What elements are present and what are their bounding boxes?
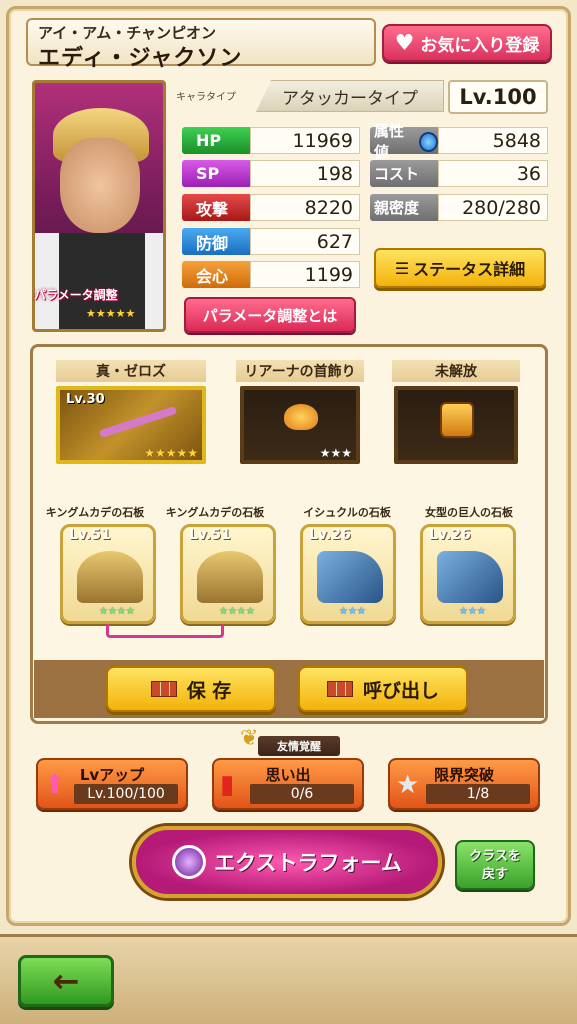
- stat-def: 防御 627: [182, 228, 360, 255]
- save-label: 保 存: [186, 679, 232, 702]
- tablet-4-level: Lv.26: [429, 527, 471, 543]
- tablet-title-3: イシュクルの石板: [303, 506, 391, 519]
- stat-crit-label: 会心: [182, 261, 250, 288]
- stat-def-label: 防御: [182, 228, 250, 255]
- limit-break-value: 1/8: [426, 784, 530, 804]
- class-return-line1: クラスを: [469, 849, 521, 864]
- chara-type-value: アタッカータイプ: [256, 80, 444, 112]
- status-detail-button[interactable]: ☰ ステータス詳細: [374, 248, 546, 288]
- class-return-button[interactable]: クラスを 戻す: [455, 840, 535, 890]
- stat-attr-label: 属性値: [370, 122, 438, 161]
- rarity-stars: ★★★★★: [86, 307, 136, 320]
- stat-intimacy-label: 親密度: [370, 194, 438, 221]
- memory-title: 思い出: [265, 766, 311, 784]
- chara-type-label: キャラタイプ: [176, 92, 236, 103]
- equip-slot-locked[interactable]: [394, 386, 518, 464]
- stat-sp-value: 198: [250, 160, 360, 187]
- favorite-label: お気に入り登録: [420, 35, 540, 56]
- tablet-slot-1[interactable]: Lv.51 ★★★★: [60, 524, 156, 624]
- heart-icon: ♥: [394, 30, 415, 56]
- equip-title-weapon: 真・ゼロズ: [56, 360, 206, 382]
- equip-title-locked: 未解放: [392, 360, 520, 382]
- wing-icon: ❦: [240, 726, 259, 751]
- tablet-3-stars: ★★★: [339, 606, 366, 617]
- save-button[interactable]: 保 存: [106, 666, 276, 712]
- limit-break-title: 限界突破: [433, 766, 494, 784]
- water-element-icon: [419, 132, 438, 152]
- stat-intimacy: 親密度 280/280: [370, 194, 548, 221]
- tablet-title-4: 女型の巨人の石板: [425, 506, 513, 519]
- blue-tablet-icon: [437, 551, 503, 603]
- stat-cost: コスト 36: [370, 160, 548, 187]
- necklace-icon: [284, 404, 318, 430]
- stat-crit: 会心 1199: [182, 261, 360, 288]
- param-adjust-label: パラメータ調整: [34, 288, 118, 302]
- stat-atk: 攻撃 8220: [182, 194, 360, 221]
- orb-icon: [172, 845, 207, 879]
- favorite-button[interactable]: ♥ お気に入り登録: [382, 24, 552, 62]
- status-detail-label: ステータス詳細: [413, 260, 526, 279]
- stat-intimacy-value: 280/280: [438, 194, 548, 221]
- class-return-line2: 戻す: [481, 867, 508, 882]
- tablet-slot-2[interactable]: Lv.51 ★★★★: [180, 524, 276, 624]
- brick-icon: [150, 681, 177, 697]
- stat-attr: 属性値 5848: [370, 122, 548, 161]
- stat-sp: SP 198: [182, 160, 360, 187]
- tablet-slot-4[interactable]: Lv.26 ★★★: [420, 524, 516, 624]
- tablet-title-2: キングムカデの石板: [165, 506, 265, 519]
- brick-arrow-icon: [326, 681, 353, 697]
- extra-form-button[interactable]: エクストラフォーム: [132, 826, 442, 898]
- stat-atk-label: 攻撃: [182, 194, 250, 221]
- stat-crit-value: 1199: [250, 261, 360, 288]
- stat-hp-label: HP: [182, 127, 250, 154]
- call-button[interactable]: 呼び出し: [298, 666, 468, 712]
- friendship-tag: 友情覚醒: [258, 736, 340, 756]
- stat-attr-label-text: 属性値: [374, 121, 405, 161]
- character-name: エディ・ジャクソン: [38, 46, 243, 71]
- equip-weapon-stars: ★★★★★: [144, 446, 198, 460]
- blue-tablet-icon: [317, 551, 383, 603]
- lock-icon: [440, 402, 474, 438]
- stat-hp-value: 11969: [250, 127, 360, 154]
- list-icon: ☰: [394, 258, 410, 278]
- portrait-face: [60, 138, 140, 233]
- equip-weapon-level: Lv.30: [66, 392, 105, 407]
- fan-tablet-icon: [77, 551, 143, 603]
- tablet-title-1: キングムカデの石板: [45, 506, 145, 519]
- equip-slot-accessory[interactable]: ★★★: [240, 386, 360, 464]
- level-up-button[interactable]: ⬆ Lvアップ Lv.100/100: [36, 758, 188, 810]
- tablet-4-stars: ★★★: [459, 606, 486, 617]
- param-info-button[interactable]: パラメータ調整とは: [184, 297, 356, 333]
- character-name-panel: アイ・アム・チャンピオン エディ・ジャクソン: [26, 18, 376, 71]
- call-label: 呼び出し: [362, 679, 439, 702]
- tablet-1-stars: ★★★★: [99, 606, 135, 617]
- equip-title-accessory: リアーナの首飾り: [236, 360, 364, 382]
- back-button[interactable]: ←: [18, 955, 114, 1007]
- memory-value: 0/6: [250, 784, 354, 804]
- sword-icon: [98, 405, 178, 439]
- equip-accessory-stars: ★★★: [319, 446, 352, 460]
- extra-form-label: エクストラフォーム: [214, 851, 402, 875]
- tablet-2-level: Lv.51: [189, 527, 231, 543]
- memory-button[interactable]: ▮ 思い出 0/6: [212, 758, 364, 810]
- level-up-title: Lvアップ: [79, 766, 145, 784]
- stat-def-value: 627: [250, 228, 360, 255]
- limit-break-button[interactable]: ★ 限界突破 1/8: [388, 758, 540, 810]
- stat-sp-label: SP: [182, 160, 250, 187]
- stat-cost-value: 36: [438, 160, 548, 187]
- equip-slot-weapon[interactable]: Lv.30 ★★★★★: [56, 386, 206, 464]
- stat-attr-value: 5848: [438, 127, 548, 154]
- stat-atk-value: 8220: [250, 194, 360, 221]
- tablet-3-level: Lv.26: [309, 527, 351, 543]
- link-indicator: [106, 624, 224, 638]
- level-display: Lv.100: [448, 80, 548, 114]
- fan-tablet-icon: [197, 551, 263, 603]
- tablet-slot-3[interactable]: Lv.26 ★★★: [300, 524, 396, 624]
- tablet-2-stars: ★★★★: [219, 606, 255, 617]
- stat-hp: HP 11969: [182, 127, 360, 154]
- back-arrow-icon: ←: [52, 962, 80, 1000]
- level-up-value: Lv.100/100: [74, 784, 178, 804]
- stat-cost-label: コスト: [370, 160, 438, 187]
- tablet-1-level: Lv.51: [69, 527, 111, 543]
